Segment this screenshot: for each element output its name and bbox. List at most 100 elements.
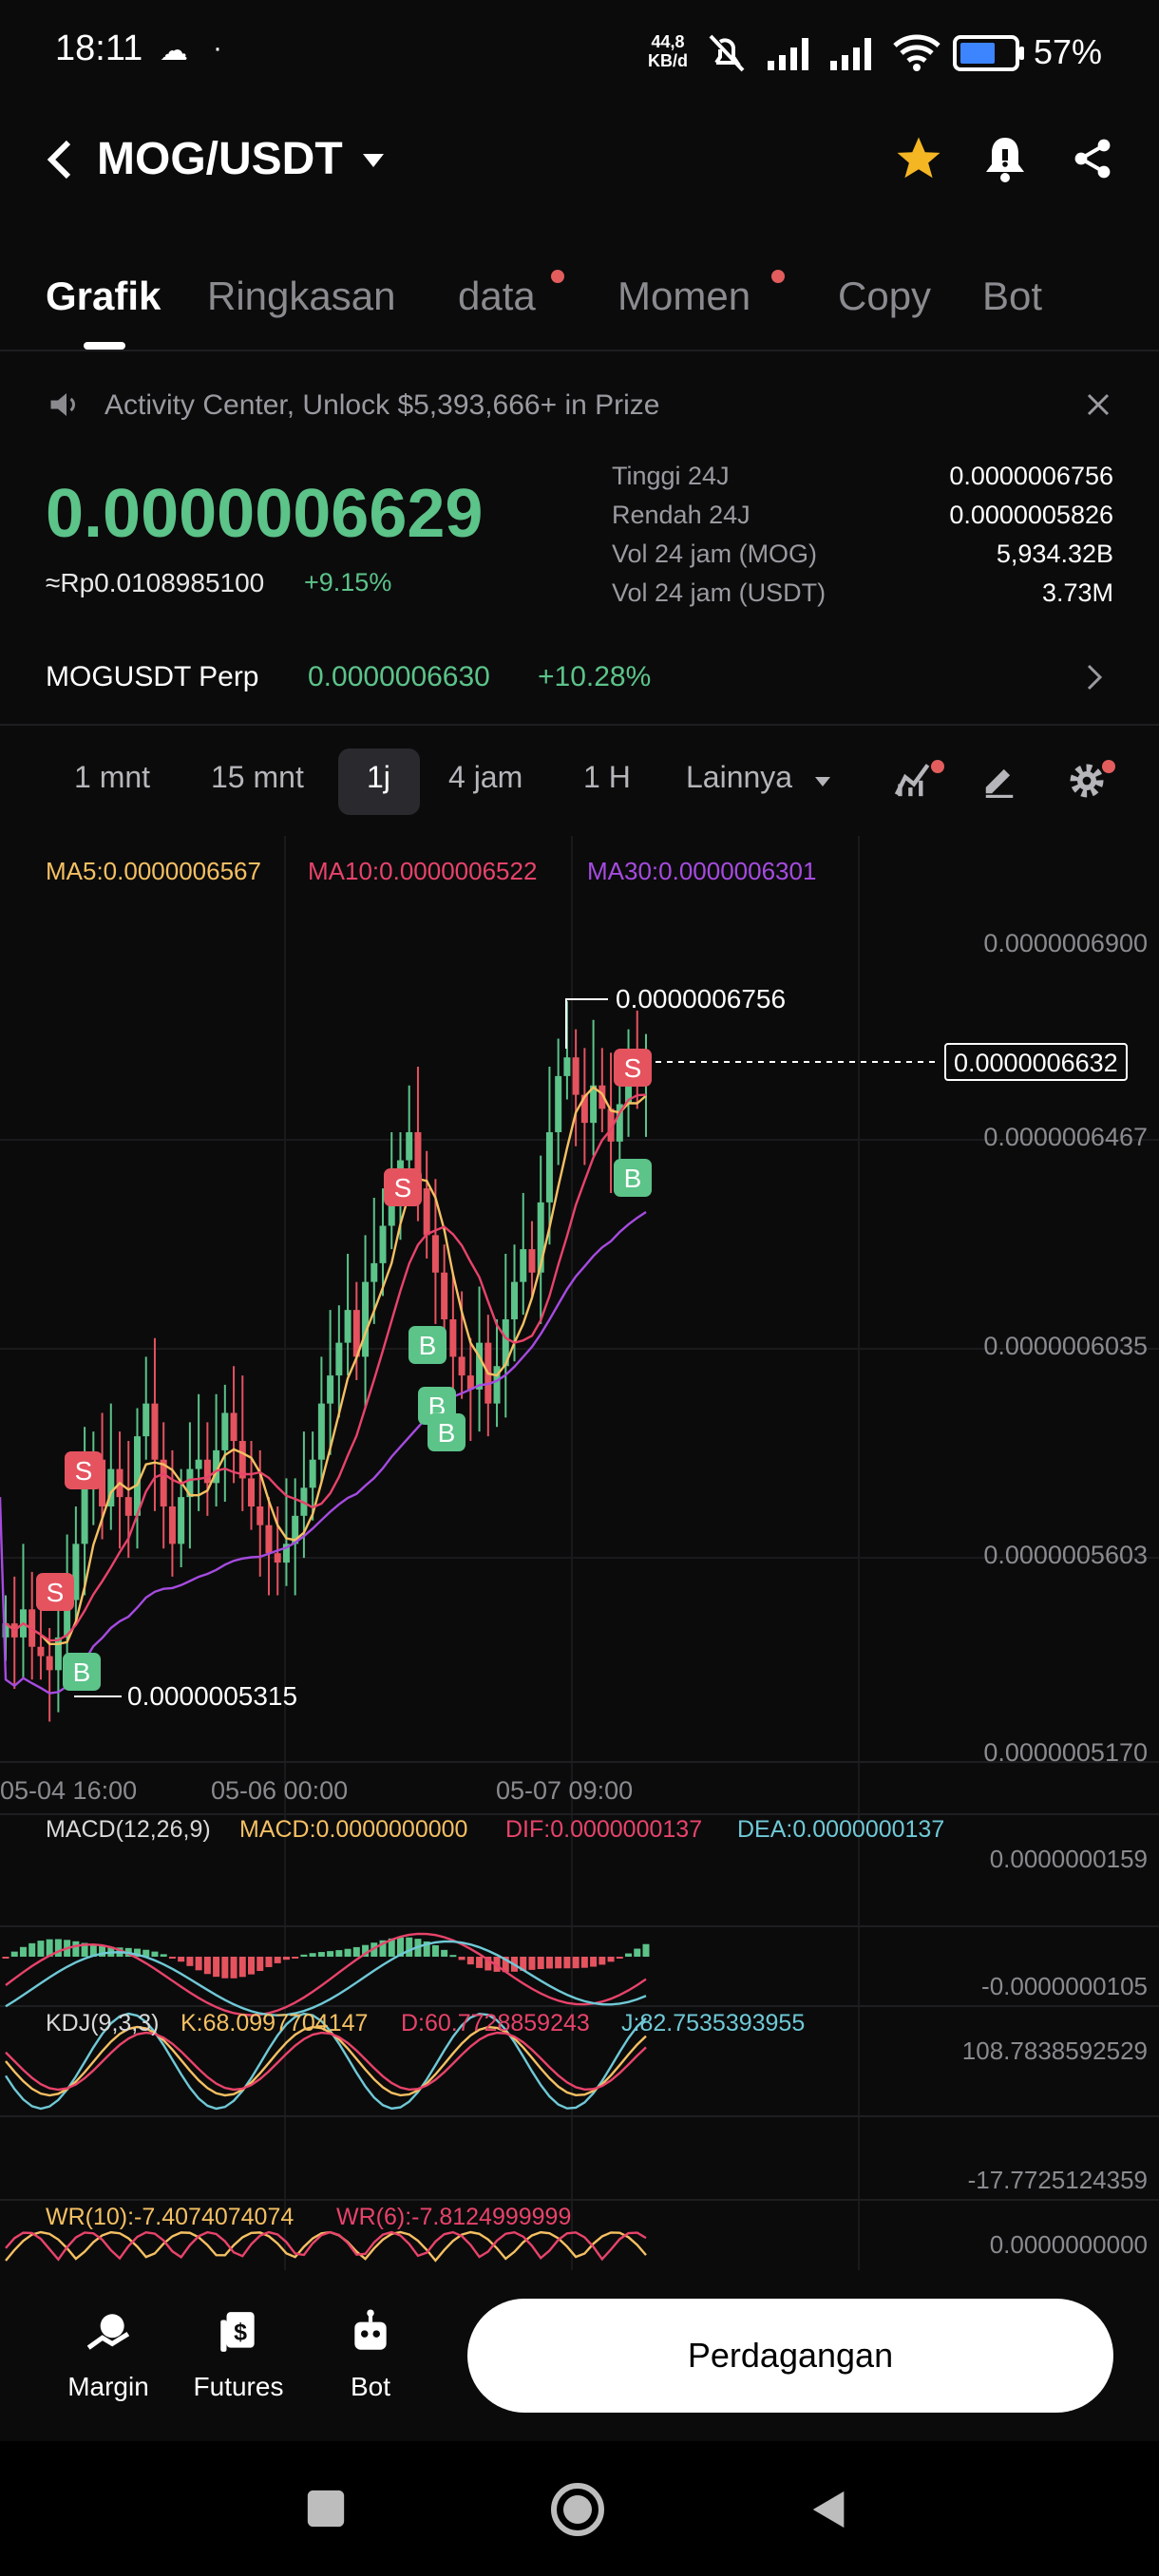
timeframe-1j[interactable]: 1j	[367, 760, 390, 795]
trade-marker-label: B	[624, 1164, 642, 1193]
trade-marker-label: S	[47, 1578, 65, 1607]
wr6-value: WR(6):-7.8124999999	[336, 2204, 572, 2230]
pair-title[interactable]: MOG/USDT	[97, 133, 343, 185]
margin-icon	[86, 2314, 130, 2350]
macd-bar	[545, 1957, 553, 1969]
recents-icon[interactable]	[304, 2487, 348, 2530]
chevron-down-icon[interactable]	[813, 775, 832, 788]
candle	[248, 1478, 256, 1506]
alert-bell-icon[interactable]	[982, 133, 1028, 184]
tab-ringkasan[interactable]: Ringkasan	[207, 274, 395, 319]
macd-bar	[274, 1957, 281, 1963]
candle	[142, 1403, 150, 1437]
back-icon[interactable]	[46, 139, 74, 180]
macd-bar	[265, 1957, 273, 1967]
macd-bar	[528, 1957, 536, 1970]
macd-bar	[292, 1957, 299, 1959]
bot-button[interactable]: Bot	[323, 2308, 418, 2402]
tab-grafik[interactable]: Grafik	[46, 274, 161, 319]
macd-bar	[563, 1957, 571, 1969]
price-chart[interactable]: SSBSBBBSB MA5:0.0000006567 MA10:0.000000…	[0, 836, 1159, 2270]
macd-bar	[572, 1957, 580, 1969]
trade-marker-label: B	[73, 1657, 91, 1687]
stat-value: 0.0000005826	[949, 501, 1113, 529]
timeframe-15mnt[interactable]: 15 mnt	[211, 760, 304, 795]
star-icon[interactable]	[893, 133, 944, 184]
candle	[133, 1436, 141, 1516]
candle	[441, 1272, 448, 1319]
timeframe-4jam[interactable]: 4 jam	[448, 760, 522, 795]
macd-bar	[168, 1957, 176, 1959]
svg-text:$: $	[234, 2319, 247, 2345]
candle	[274, 1553, 281, 1563]
indicator-dot	[931, 760, 944, 773]
stat-label: Vol 24 jam (USDT)	[612, 578, 826, 607]
candle	[230, 1412, 238, 1442]
activity-banner-text[interactable]: Activity Center, Unlock $5,393,666+ in P…	[104, 389, 659, 422]
macd-bar	[151, 1951, 159, 1957]
kdj-axis-label: 108.7838592529	[961, 2036, 1148, 2065]
current-price-tag: 0.0000006632	[944, 1043, 1128, 1081]
trade-marker-label: B	[438, 1418, 456, 1448]
candle	[168, 1506, 176, 1544]
candle	[221, 1412, 229, 1450]
ma5-label: MA5:0.0000006567	[46, 857, 261, 885]
divider	[0, 350, 1159, 351]
candle	[195, 1459, 202, 1469]
stat-value: 5,934.32B	[996, 540, 1113, 568]
candle	[370, 1262, 378, 1282]
gear-icon[interactable]	[1068, 762, 1106, 800]
indicator-icon[interactable]	[893, 760, 935, 798]
candle	[265, 1525, 273, 1554]
macd-bar	[441, 1949, 448, 1957]
status-time: 18:11	[55, 28, 143, 68]
timeframe-1h[interactable]: 1 H	[583, 760, 631, 795]
macd-bar	[344, 1948, 352, 1957]
macd-bar	[634, 1948, 641, 1957]
candle	[555, 1075, 562, 1132]
macd-bar	[309, 1953, 316, 1957]
tab-momen[interactable]: Momen	[618, 274, 750, 319]
candle	[178, 1497, 185, 1544]
margin-button[interactable]: Margin	[61, 2308, 156, 2402]
macd-bar	[248, 1957, 256, 1975]
cloud-icon: ☁	[160, 35, 188, 66]
dot-icon: ·	[213, 32, 222, 64]
margin-label: Margin	[67, 2372, 149, 2401]
macd-bar	[19, 1946, 27, 1957]
macd-bar	[580, 1957, 588, 1968]
tab-data[interactable]: data	[458, 274, 536, 319]
draw-pencil-icon[interactable]	[980, 762, 1018, 798]
macd-axis-label: -0.0000000105	[981, 1972, 1148, 2000]
close-icon[interactable]	[1085, 391, 1112, 418]
pair-header: MOG/USDT	[0, 114, 1159, 209]
macd-bar	[238, 1957, 246, 1978]
time-axis-label: 05-07 09:00	[496, 1776, 634, 1805]
tab-bot[interactable]: Bot	[982, 274, 1042, 319]
timeframe-1mnt[interactable]: 1 mnt	[74, 760, 150, 795]
futures-label: Futures	[193, 2372, 284, 2401]
timeframe-lainnya[interactable]: Lainnya	[686, 760, 792, 795]
macd-title: MACD(12,26,9)	[46, 1816, 211, 1843]
back-nav-icon[interactable]	[808, 2485, 851, 2534]
macd-bar	[335, 1950, 343, 1957]
home-icon[interactable]	[549, 2481, 606, 2538]
macd-bar	[458, 1957, 466, 1960]
chevron-down-icon[interactable]	[361, 152, 386, 169]
kdj-title: KDJ(9,3,3)	[46, 2010, 160, 2036]
low-marker-label: 0.0000005315	[127, 1681, 298, 1711]
divider	[0, 724, 1159, 726]
macd-bar	[590, 1957, 598, 1967]
candle	[309, 1459, 316, 1488]
macd-bar	[406, 1937, 413, 1957]
tab-copy[interactable]: Copy	[838, 274, 931, 319]
macd-axis-label: 0.0000000159	[989, 1845, 1148, 1873]
candle	[256, 1506, 264, 1525]
chevron-right-icon[interactable]	[1085, 663, 1104, 691]
futures-button[interactable]: $ Futures	[186, 2308, 291, 2402]
ma10-label: MA10:0.0000006522	[308, 857, 538, 885]
system-nav-bar	[0, 2441, 1159, 2576]
kdj-axis-label: -17.7725124359	[967, 2166, 1148, 2194]
share-icon[interactable]	[1070, 135, 1115, 182]
trade-button[interactable]: Perdagangan	[467, 2299, 1113, 2413]
